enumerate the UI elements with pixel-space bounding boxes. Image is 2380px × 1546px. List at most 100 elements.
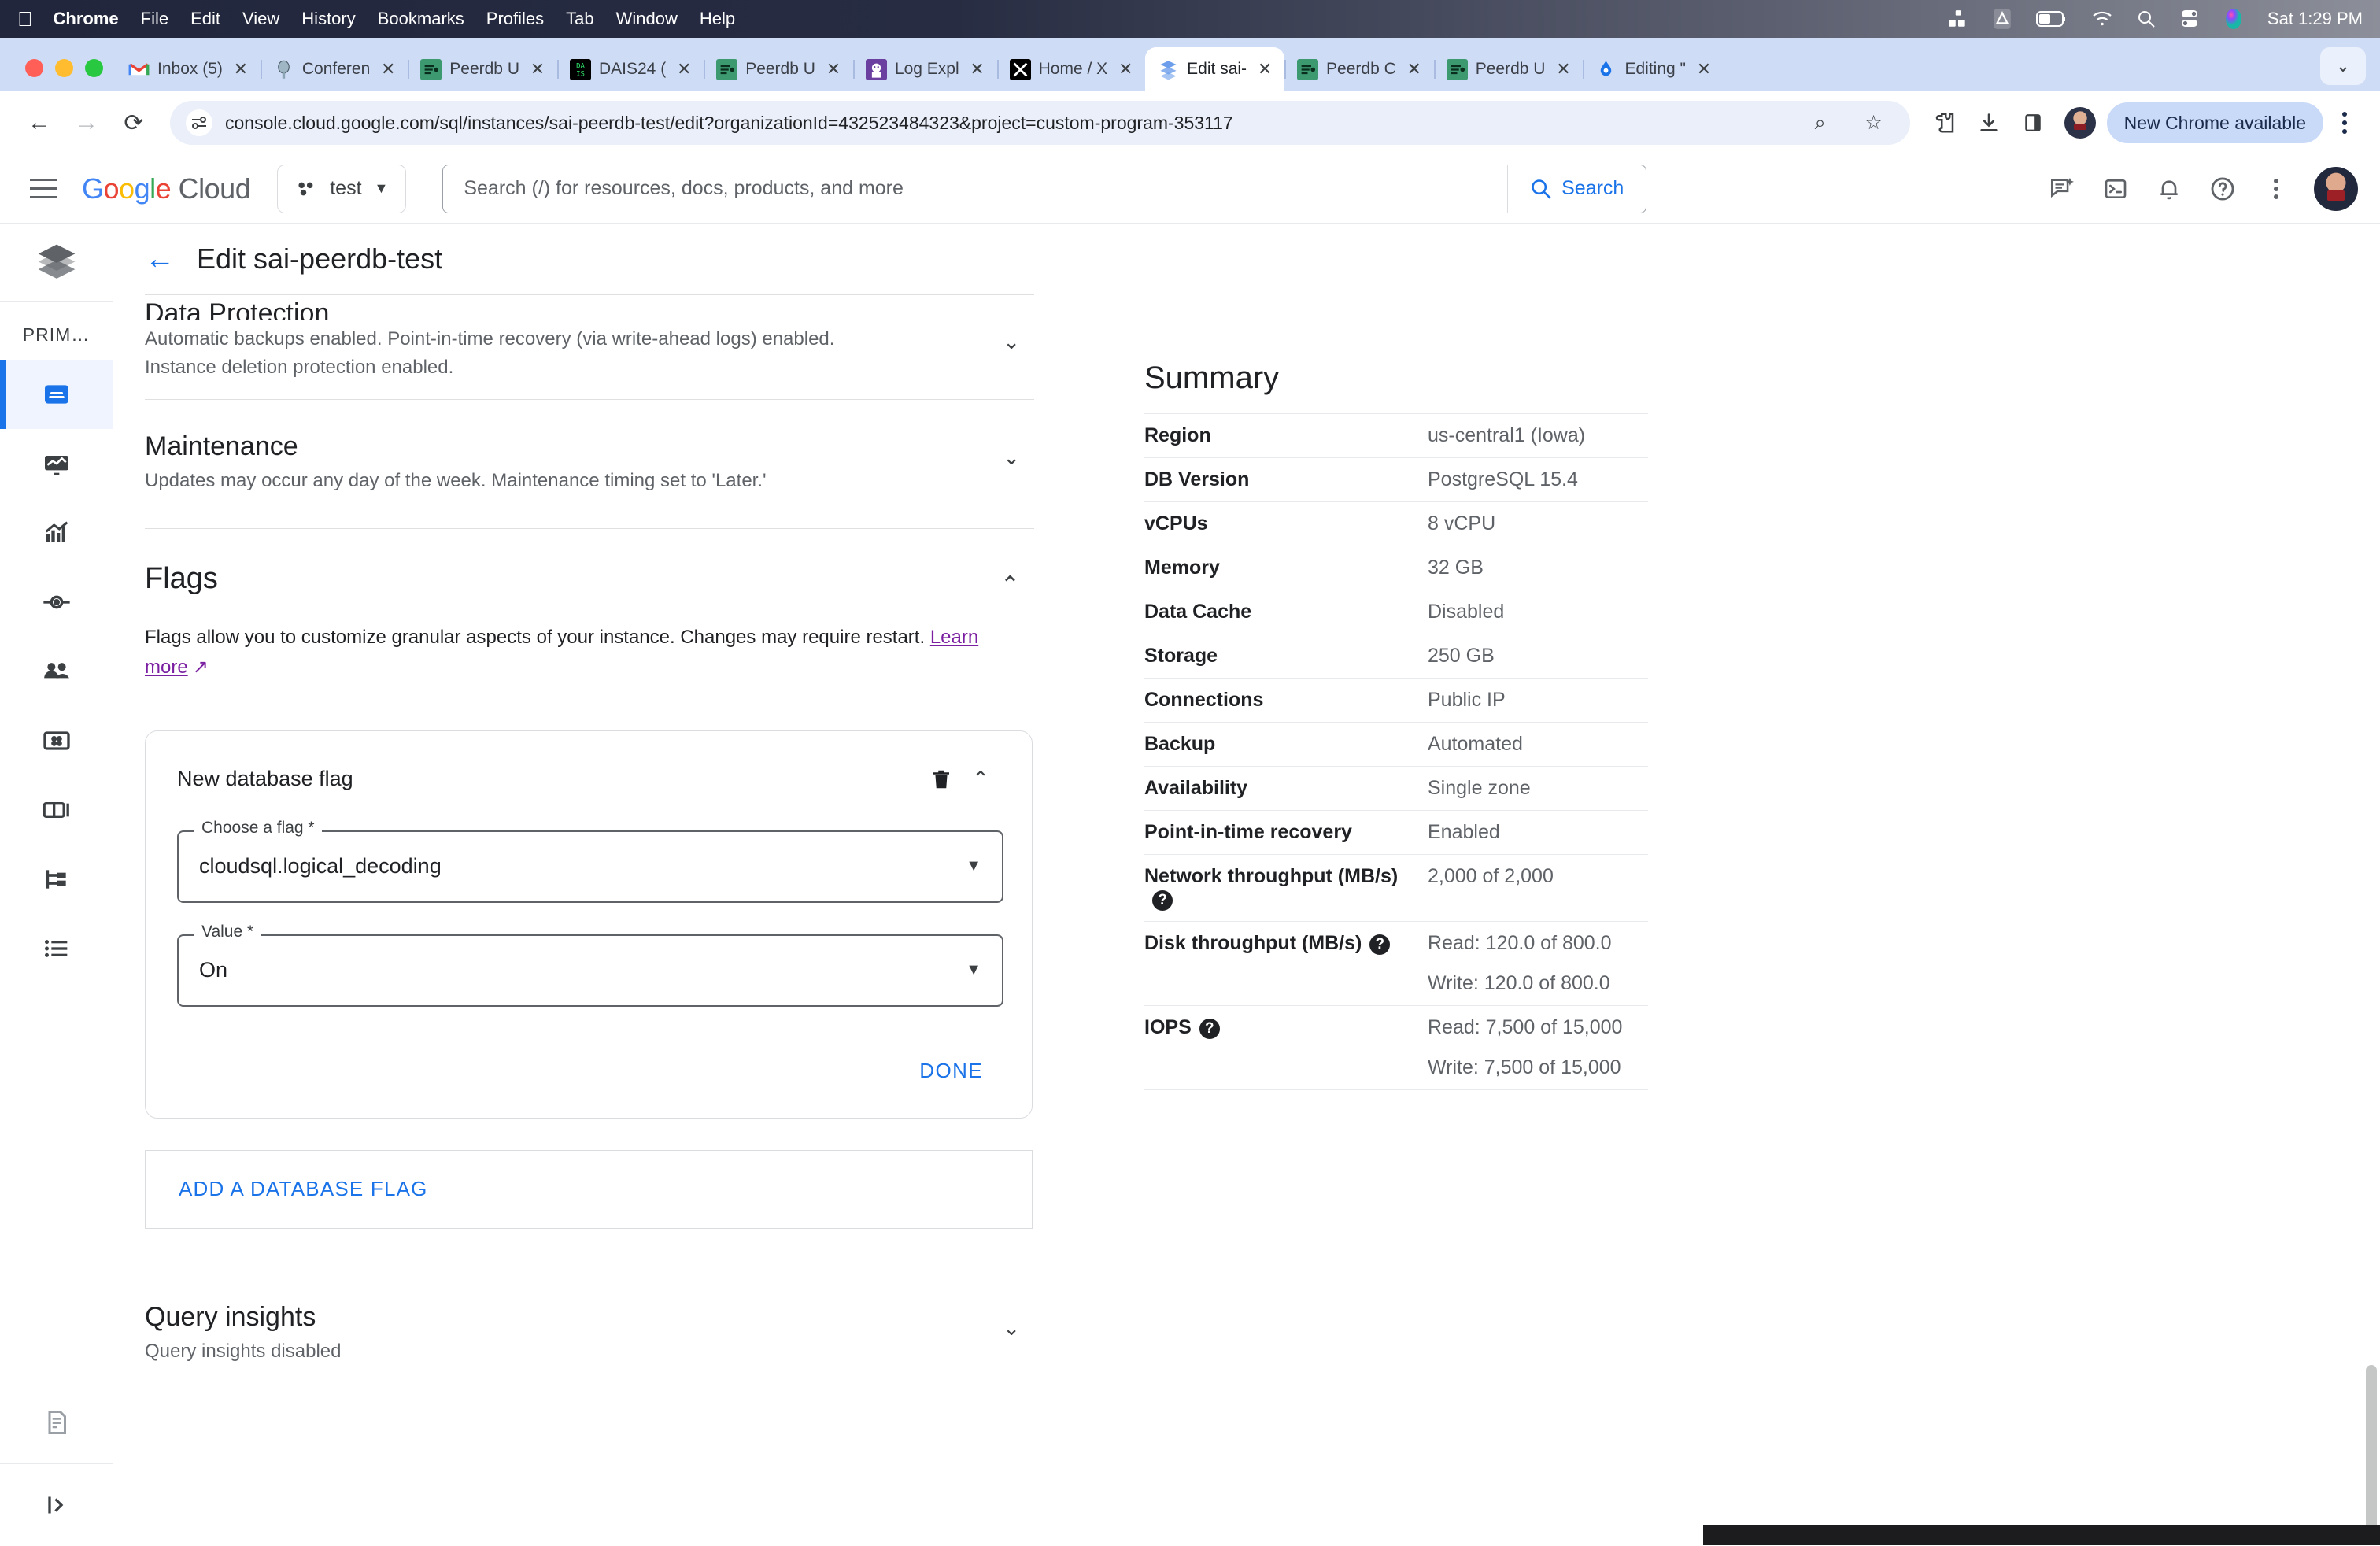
browser-tab[interactable]: Peerdb C ✕ xyxy=(1284,47,1434,91)
add-database-flag-button[interactable]: ADD A DATABASE FLAG xyxy=(145,1149,1033,1229)
browser-tab[interactable]: Editing " ✕ xyxy=(1583,47,1724,91)
menu-help[interactable]: Help xyxy=(700,9,735,29)
menu-profiles[interactable]: Profiles xyxy=(486,9,544,29)
sidebar-item-insights[interactable] xyxy=(0,498,113,568)
menu-view[interactable]: View xyxy=(242,9,279,29)
browser-tab[interactable]: Peerdb U ✕ xyxy=(408,47,557,91)
battery-icon[interactable] xyxy=(2035,10,2068,28)
chrome-menu-kebab-icon[interactable] xyxy=(2326,102,2363,143)
minimize-window-button[interactable] xyxy=(55,59,73,77)
spotlight-search-icon[interactable] xyxy=(2137,9,2156,28)
sidebar-item-connections[interactable] xyxy=(0,568,113,637)
help-question-icon[interactable]: ? xyxy=(1152,890,1173,911)
close-icon[interactable]: ✕ xyxy=(231,59,251,80)
choose-a-flag-select[interactable]: cloudsql.logical_decoding ▼ xyxy=(177,830,1003,903)
apple-menu-icon[interactable]:  xyxy=(17,9,33,29)
project-selector[interactable]: test ▼ xyxy=(277,164,407,213)
back-button[interactable]: ← xyxy=(17,101,61,145)
address-bar[interactable]: console.cloud.google.com/sql/instances/s… xyxy=(170,101,1910,145)
done-button[interactable]: DONE xyxy=(902,1051,1000,1091)
menubar-clock[interactable]: Sat 1:29 PM xyxy=(2267,9,2363,29)
menu-window[interactable]: Window xyxy=(616,9,678,29)
trash-delete-icon[interactable] xyxy=(922,760,961,799)
help-question-icon[interactable]: ? xyxy=(1369,934,1391,955)
notifications-bell-icon[interactable] xyxy=(2145,165,2193,213)
browser-tab[interactable]: Peerdb U ✕ xyxy=(704,47,853,91)
bookmark-star-icon[interactable]: ☆ xyxy=(1853,102,1894,143)
data-protection-chevron-down-icon[interactable]: ⌄ xyxy=(1003,330,1020,354)
forward-button[interactable]: → xyxy=(65,101,109,145)
close-icon[interactable]: ✕ xyxy=(1115,59,1136,80)
browser-tab[interactable]: Inbox (5) ✕ xyxy=(116,47,261,91)
maintenance-chevron-down-icon[interactable]: ⌄ xyxy=(1003,446,1020,470)
search-button[interactable]: Search xyxy=(1507,165,1646,213)
flags-chevron-up-icon[interactable]: ⌃ xyxy=(1000,571,1020,599)
back-arrow-icon[interactable]: ← xyxy=(145,242,175,276)
close-icon[interactable]: ✕ xyxy=(378,59,398,80)
section-data-protection[interactable]: Data Protection Automatic backups enable… xyxy=(145,295,1034,399)
sidebar-item-logs[interactable] xyxy=(0,1381,113,1463)
browser-tab[interactable]: Log Expl ✕ xyxy=(852,47,997,91)
browser-tab[interactable]: Peerdb U ✕ xyxy=(1433,47,1584,91)
close-icon[interactable]: ✕ xyxy=(967,59,988,80)
sidebar-item-backups[interactable] xyxy=(0,775,113,845)
section-maintenance[interactable]: Maintenance Updates may occur any day of… xyxy=(145,400,1034,528)
browser-tab[interactable]: Edit sai- ✕ xyxy=(1145,47,1285,91)
close-icon[interactable]: ✕ xyxy=(1255,59,1275,80)
global-search[interactable]: Search xyxy=(442,164,1647,213)
browser-tab[interactable]: DA IS DAIS24 (✕ xyxy=(556,47,704,91)
new-chrome-available-button[interactable]: New Chrome available xyxy=(2106,102,2323,143)
flag-card-collapse-chevron-up-icon[interactable]: ⌃ xyxy=(961,760,1000,799)
help-question-icon[interactable] xyxy=(2199,165,2246,213)
menu-chrome[interactable]: Chrome xyxy=(54,9,119,29)
menu-tab[interactable]: Tab xyxy=(566,9,593,29)
expand-panel-button[interactable] xyxy=(0,1463,113,1545)
close-icon[interactable]: ✕ xyxy=(1404,59,1425,80)
url-text[interactable]: console.cloud.google.com/sql/instances/s… xyxy=(225,113,1787,134)
cloudsql-layers-icon[interactable] xyxy=(0,224,113,302)
more-kebab-icon[interactable] xyxy=(2252,165,2300,213)
maximize-window-button[interactable] xyxy=(85,59,103,77)
browser-tab[interactable]: Home / X ✕ xyxy=(996,47,1146,91)
navigation-menu-icon[interactable] xyxy=(22,168,65,210)
zoom-icon[interactable]: ⌕ xyxy=(1800,102,1841,143)
siri-icon[interactable] xyxy=(2223,8,2244,30)
browser-tab[interactable]: Conferen ✕ xyxy=(260,47,408,91)
reload-button[interactable]: ⟳ xyxy=(112,101,156,145)
menu-file[interactable]: File xyxy=(141,9,168,29)
cloud-shell-icon[interactable] xyxy=(2092,165,2139,213)
control-center-icon[interactable] xyxy=(2179,9,2200,29)
close-icon[interactable]: ✕ xyxy=(527,59,548,80)
section-query-insights[interactable]: Query insights Query insights disabled ⌄ xyxy=(145,1270,1034,1383)
vertical-scrollbar[interactable] xyxy=(2366,1365,2377,1545)
sidebar-item-replicas[interactable] xyxy=(0,845,113,914)
close-icon[interactable]: ✕ xyxy=(823,59,844,80)
side-panel-icon[interactable] xyxy=(2012,102,2053,143)
wifi-icon[interactable] xyxy=(2091,10,2113,28)
sidebar-item-users[interactable] xyxy=(0,637,113,706)
sidebar-item-monitoring[interactable] xyxy=(0,429,113,498)
sidebar-item-operations[interactable] xyxy=(0,914,113,983)
chevron-down-icon[interactable]: ▼ xyxy=(966,857,981,875)
menu-bookmarks[interactable]: Bookmarks xyxy=(378,9,464,29)
grid-icon[interactable] xyxy=(1948,9,1968,29)
close-icon[interactable]: ✕ xyxy=(1694,59,1714,80)
tab-search-chevron-icon[interactable]: ⌄ xyxy=(2320,47,2366,85)
downloads-icon[interactable] xyxy=(1968,102,2009,143)
menu-edit[interactable]: Edit xyxy=(190,9,220,29)
sidebar-item-overview[interactable] xyxy=(0,360,113,429)
query-insights-chevron-down-icon[interactable]: ⌄ xyxy=(1003,1316,1020,1341)
sidebar-item-databases[interactable] xyxy=(0,706,113,775)
chrome-profile-avatar[interactable] xyxy=(2064,107,2096,139)
close-window-button[interactable] xyxy=(25,59,43,77)
extensions-puzzle-icon[interactable] xyxy=(1924,102,1965,143)
close-icon[interactable]: ✕ xyxy=(674,59,694,80)
user-account-avatar[interactable] xyxy=(2314,166,2358,211)
chevron-down-icon[interactable]: ▼ xyxy=(966,961,981,979)
flag-value-select[interactable]: On ▼ xyxy=(177,934,1003,1007)
help-question-icon[interactable]: ? xyxy=(1199,1019,1220,1039)
drive-icon[interactable] xyxy=(1992,8,2012,30)
flag-value-field[interactable]: Value * On ▼ xyxy=(177,922,1003,1007)
menu-history[interactable]: History xyxy=(301,9,355,29)
google-cloud-logo[interactable]: Google Cloud xyxy=(82,172,251,205)
